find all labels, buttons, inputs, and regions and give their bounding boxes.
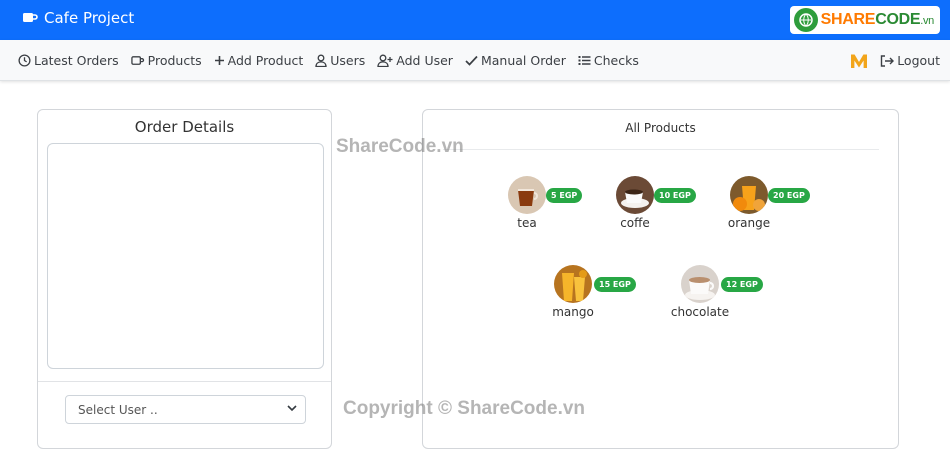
logo-text: SHARECODE.vn [820, 11, 935, 28]
globe-icon [793, 8, 818, 32]
check-icon [465, 55, 478, 66]
clock-icon [18, 54, 31, 67]
user-plus-icon [377, 54, 393, 67]
user-select[interactable]: Select User .. [65, 395, 306, 424]
sharecode-logo: SHARECODE.vn [789, 6, 940, 34]
watermark-bottom: Copyright © ShareCode.vn [343, 398, 586, 419]
nav-add-product[interactable]: Add Product [214, 53, 303, 68]
app-title: Cafe Project [44, 9, 135, 27]
cup-icon [23, 13, 38, 22]
product-orange[interactable]: 20 EGP orange [728, 176, 850, 236]
nav-latest-orders[interactable]: Latest Orders [18, 53, 119, 68]
top-navbar: Cafe Project SHARECODE.vn [0, 0, 950, 40]
product-image-chocolate [681, 265, 719, 303]
watermark-top: ShareCode.vn [336, 136, 464, 157]
all-products-title: All Products [625, 121, 696, 135]
list-icon [578, 56, 591, 65]
divider [443, 149, 879, 150]
cup-icon [130, 55, 144, 65]
order-details-card: Order Details Select User .. [37, 109, 332, 449]
price-badge: 10 EGP [654, 188, 696, 203]
product-name: chocolate [670, 305, 730, 319]
logout-icon [880, 54, 895, 67]
price-badge: 20 EGP [768, 188, 810, 203]
product-image-mango [554, 265, 592, 303]
product-image-tea [508, 176, 546, 214]
product-chocolate[interactable]: 12 EGP chocolate [671, 265, 801, 325]
nav-users[interactable]: Users [315, 53, 365, 68]
nav-products[interactable]: Products [130, 53, 202, 68]
price-badge: 12 EGP [721, 277, 763, 292]
product-image-coffe [616, 176, 654, 214]
divider [38, 381, 331, 382]
order-details-title: Order Details [134, 118, 235, 136]
chevron-down-icon [287, 405, 297, 412]
main-navbar: Latest Orders Products Add Product Users… [0, 40, 950, 81]
nav-add-user[interactable]: Add User [377, 53, 453, 68]
plus-icon [214, 56, 224, 65]
product-name: mango [552, 305, 594, 319]
price-badge: 15 EGP [594, 277, 636, 292]
product-image-orange [730, 176, 768, 214]
product-name: coffe [620, 216, 650, 230]
user-select-value: Select User .. [78, 402, 158, 417]
order-items-area[interactable] [47, 143, 324, 369]
product-name: orange [727, 216, 771, 230]
logout-link[interactable]: Logout [880, 53, 940, 68]
brand[interactable]: Cafe Project [22, 9, 134, 27]
price-badge: 5 EGP [546, 188, 583, 203]
avatar[interactable] [850, 52, 868, 70]
m-logo-icon [851, 54, 868, 68]
product-name: tea [517, 216, 537, 230]
nav-checks[interactable]: Checks [578, 53, 639, 68]
user-icon [315, 54, 327, 67]
nav-manual-order[interactable]: Manual Order [465, 53, 566, 68]
